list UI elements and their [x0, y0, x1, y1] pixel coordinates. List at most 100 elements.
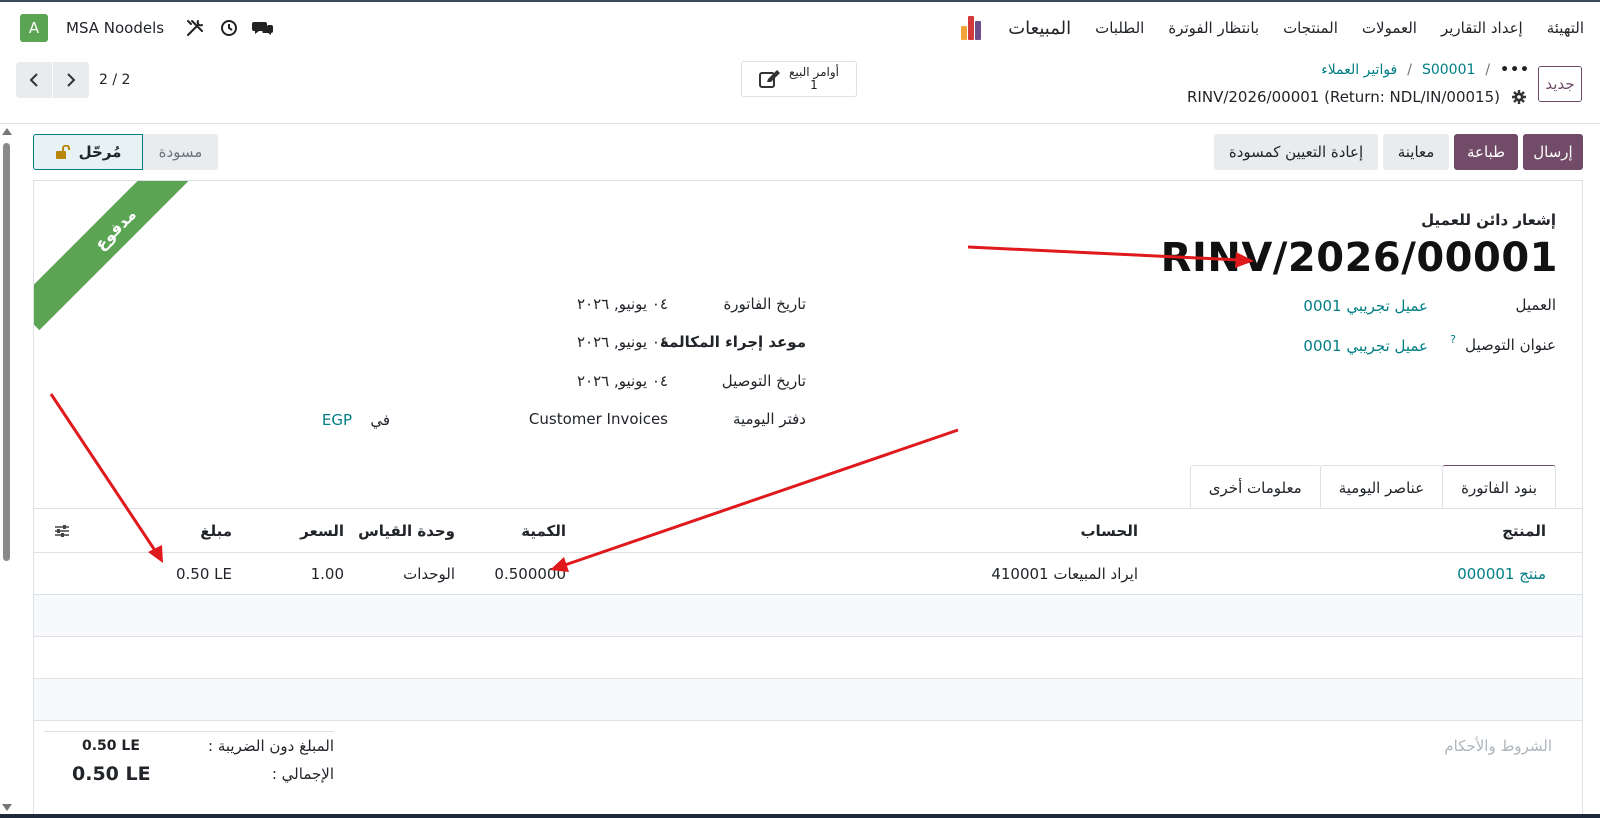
- breadcrumb-customer-invoices[interactable]: فواتير العملاء: [1321, 62, 1397, 78]
- total-label: الإجمالي :: [271, 765, 334, 783]
- breadcrumb-more-icon[interactable]: •••: [1500, 62, 1530, 78]
- menu-orders[interactable]: الطلبات: [1095, 19, 1144, 37]
- send-button[interactable]: إرسال: [1523, 134, 1583, 170]
- chat-icon[interactable]: [252, 17, 274, 39]
- due-date-label: موعد إجراء المكالمة: [659, 333, 806, 351]
- col-price[interactable]: السعر: [300, 509, 344, 552]
- control-panel: جديد ••• / S00001 / فواتير العملاء RINV/…: [0, 52, 1600, 124]
- user-avatar[interactable]: A: [20, 14, 48, 42]
- status-draft[interactable]: مسودة: [143, 134, 218, 170]
- empty-row: [34, 637, 1582, 679]
- untaxed-value: 0.50 LE: [82, 738, 140, 754]
- sales-app-icon[interactable]: [960, 16, 984, 40]
- nav-menu: المبيعات الطلبات بانتظار الفوترة المنتجا…: [960, 12, 1584, 44]
- status-bar: مُرحّل مسودة: [33, 134, 218, 170]
- menu-reporting[interactable]: إعداد التقارير: [1441, 19, 1523, 37]
- column-settings-icon[interactable]: [54, 509, 70, 552]
- row-uom[interactable]: الوحدات: [403, 553, 455, 594]
- nav-systray: A MSA Noodels: [20, 14, 274, 42]
- delivery-date-value[interactable]: ٠٤ يونيو, ٢٠٢٦: [577, 372, 668, 390]
- col-product[interactable]: المنتج: [1502, 509, 1546, 552]
- currency-value[interactable]: EGP: [322, 411, 352, 429]
- unlock-icon: [55, 145, 70, 159]
- journal-value[interactable]: Customer Invoices: [529, 410, 668, 428]
- currency-in-label: في: [370, 411, 390, 429]
- col-amount[interactable]: مبلغ: [200, 509, 232, 552]
- status-posted-label: مُرحّل: [78, 143, 122, 161]
- gear-icon[interactable]: [1508, 86, 1530, 108]
- company-name[interactable]: MSA Noodels: [66, 19, 164, 37]
- totals-divider: [44, 731, 334, 732]
- customer-value[interactable]: عميل تجريبي 0001: [1303, 297, 1428, 315]
- menu-to-invoice[interactable]: بانتظار الفوترة: [1168, 19, 1259, 37]
- notebook-tabs: بنود الفاتورة عناصر اليومية معلومات أخرى: [1189, 465, 1556, 509]
- scroll-down-icon[interactable]: [2, 804, 12, 811]
- total-value: 0.50 LE: [72, 763, 151, 785]
- ribbon-label: مدفوع: [34, 181, 199, 331]
- row-amount[interactable]: 0.50 LE: [176, 553, 232, 594]
- move-type: إشعار دائن للعميل: [1421, 211, 1556, 229]
- col-uom[interactable]: وحدة القياس: [358, 509, 455, 552]
- col-account[interactable]: الحساب: [1080, 509, 1138, 552]
- form-sheet: مدفوع إشعار دائن للعميل RINV/2026/00001 …: [33, 180, 1583, 818]
- untaxed-label: المبلغ دون الضريبة :: [208, 737, 334, 755]
- row-quantity[interactable]: 0.500000: [494, 553, 566, 594]
- record-title-line: RINV/2026/00001 (Return: NDL/IN/00015): [1187, 86, 1530, 108]
- col-quantity[interactable]: الكمية: [521, 509, 566, 552]
- breadcrumb-separator: /: [1485, 62, 1491, 78]
- empty-row: [34, 679, 1582, 721]
- row-price[interactable]: 1.00: [311, 553, 344, 594]
- new-button[interactable]: جديد: [1538, 66, 1582, 102]
- pager-previous-button[interactable]: [16, 62, 52, 98]
- print-button[interactable]: طباعة: [1454, 134, 1518, 170]
- due-date-value[interactable]: ٠٤ يونيو, ٢٠٢٦: [577, 333, 668, 351]
- terms-field[interactable]: الشروط والأحكام: [1444, 737, 1552, 755]
- sale-orders-smart-button[interactable]: أوامر البيع 1: [741, 61, 857, 97]
- untaxed-row: المبلغ دون الضريبة : 0.50 LE: [44, 737, 334, 755]
- invoice-date-label: تاريخ الفاتورة: [723, 295, 806, 313]
- breadcrumb-separator: /: [1407, 62, 1412, 78]
- row-product[interactable]: منتج 000001: [1457, 553, 1546, 594]
- delivery-address-value[interactable]: عميل تجريبي 0001: [1303, 337, 1428, 355]
- pager-value[interactable]: 2 / 2: [99, 72, 130, 88]
- bottom-border: [0, 814, 1600, 818]
- table-header: المنتج الحساب الكمية وحدة القياس السعر م…: [34, 509, 1582, 553]
- tab-journal-items[interactable]: عناصر اليومية: [1319, 465, 1444, 509]
- tab-invoice-lines[interactable]: بنود الفاتورة: [1442, 465, 1556, 509]
- scrollbar-thumb[interactable]: [3, 143, 10, 561]
- smart-button-count: 1: [810, 78, 818, 92]
- row-account[interactable]: 410001 ايراد المبيعات: [991, 553, 1138, 594]
- empty-row: [34, 595, 1582, 637]
- edit-icon: [759, 68, 781, 90]
- tab-other-info[interactable]: معلومات أخرى: [1189, 465, 1321, 509]
- delivery-address-label: عنوان التوصيل: [1465, 336, 1556, 354]
- preview-button[interactable]: معاينة: [1383, 134, 1449, 170]
- delivery-help-icon[interactable]: ?: [1450, 333, 1456, 346]
- breadcrumb-sale-order[interactable]: S00001: [1422, 62, 1475, 78]
- total-row: الإجمالي : 0.50 LE: [44, 763, 334, 785]
- status-posted[interactable]: مُرحّل: [33, 134, 143, 170]
- invoice-number: RINV/2026/00001: [1160, 235, 1558, 281]
- breadcrumb: ••• / S00001 / فواتير العملاء: [1321, 62, 1530, 78]
- paid-ribbon: مدفوع: [34, 181, 199, 346]
- clock-icon[interactable]: [218, 17, 240, 39]
- scroll-up-icon[interactable]: [2, 128, 12, 135]
- chevron-right-icon: [67, 73, 76, 87]
- pager-next-button[interactable]: [53, 62, 89, 98]
- record-title: RINV/2026/00001 (Return: NDL/IN/00015): [1187, 88, 1500, 106]
- reset-to-draft-button[interactable]: إعادة التعيين كمسودة: [1214, 134, 1378, 170]
- invoice-lines-table: المنتج الحساب الكمية وحدة القياس السعر م…: [34, 509, 1582, 721]
- invoice-date-value[interactable]: ٠٤ يونيو, ٢٠٢٦: [577, 295, 668, 313]
- main-navbar: المبيعات الطلبات بانتظار الفوترة المنتجا…: [0, 2, 1600, 52]
- menu-commissions[interactable]: العمولات: [1362, 19, 1417, 37]
- delivery-date-label: تاريخ التوصيل: [721, 372, 806, 390]
- chevron-left-icon: [29, 73, 38, 87]
- app-name[interactable]: المبيعات: [1008, 18, 1071, 39]
- table-row[interactable]: منتج 000001 410001 ايراد المبيعات 0.5000…: [34, 553, 1582, 595]
- journal-label: دفتر اليومية: [732, 410, 806, 428]
- menu-configuration[interactable]: التهيئة: [1547, 19, 1584, 37]
- pager: 2 / 2: [16, 62, 130, 98]
- tools-icon[interactable]: [184, 17, 206, 39]
- customer-label: العميل: [1515, 296, 1556, 314]
- menu-products[interactable]: المنتجات: [1283, 19, 1338, 37]
